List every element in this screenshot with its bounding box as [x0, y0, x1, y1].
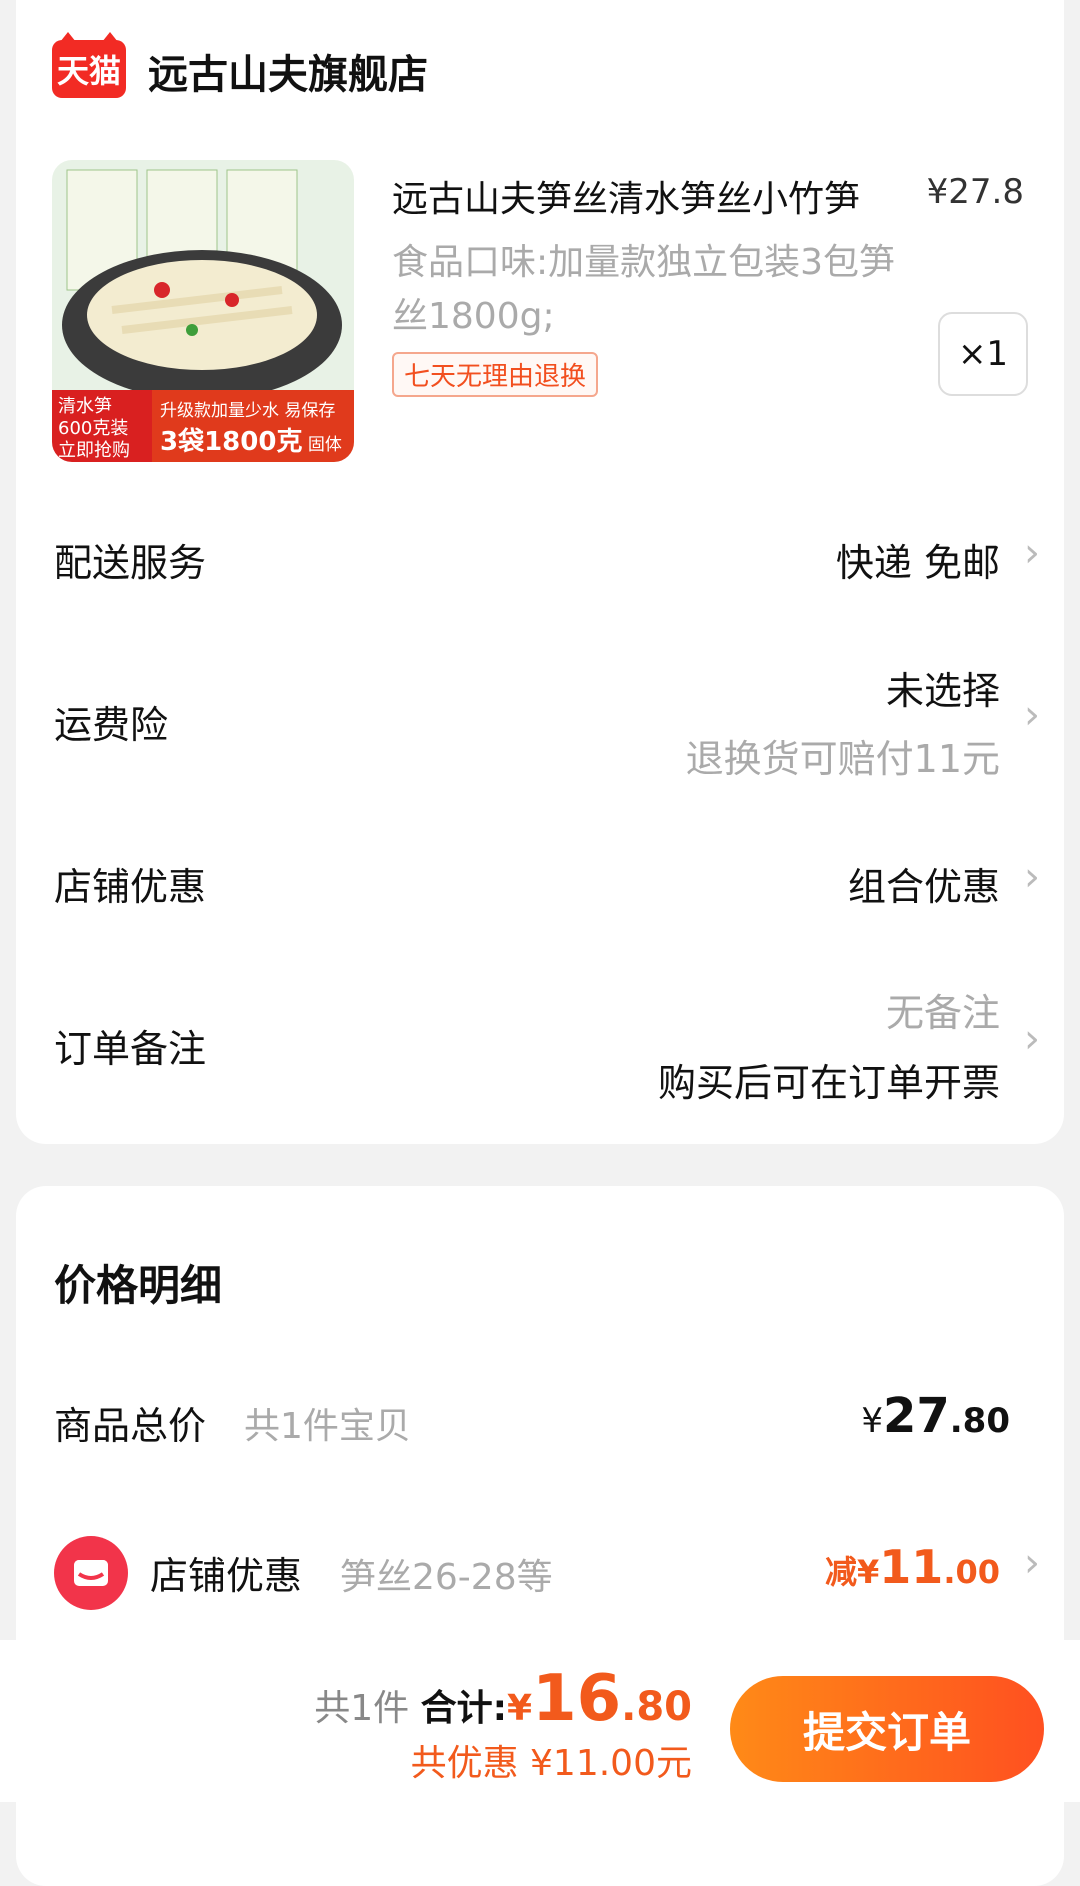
store-discount-value: 组合优惠 — [847, 865, 1000, 909]
thumb-ribbon-main: 3袋1800克 — [160, 427, 303, 457]
goods-total-currency: ¥ — [861, 1401, 883, 1441]
shop-discount-label: 店铺优惠 — [150, 1554, 303, 1598]
order-note-value: 无备注 — [885, 991, 1000, 1035]
chevron-right-icon: › — [1024, 1540, 1040, 1586]
tmall-logo: 天猫 — [52, 32, 126, 98]
goods-total-label: 商品总价 — [54, 1404, 207, 1448]
tmall-logo-text: 天猫 — [56, 52, 121, 90]
goods-total-int: 27 — [882, 1388, 950, 1444]
discount-dec: .00 — [943, 1553, 1000, 1591]
return-policy-tag: 七天无理由退换 — [392, 352, 599, 397]
shop-discount-sub: 笋丝26-28等 — [340, 1557, 553, 1598]
storefront-icon — [74, 1560, 108, 1586]
total-summary: 共1件 合计:¥16.80 — [314, 1662, 692, 1736]
order-note-sub: 购买后可在订单开票 — [657, 1061, 1000, 1105]
goods-total-dec: .80 — [949, 1401, 1010, 1441]
item-count: 共1件 — [314, 1688, 410, 1729]
total-int: 16 — [532, 1662, 622, 1736]
discount-currency: ¥ — [857, 1553, 880, 1591]
delivery-value: 快递 免邮 — [835, 541, 1000, 585]
insurance-sub: 退换货可赔付11元 — [685, 737, 1000, 781]
chevron-right-icon: › — [1024, 692, 1040, 738]
quantity-stepper[interactable]: ×1 — [938, 312, 1028, 396]
thumb-badge: 清水笋 600克装 立即抢购 — [52, 390, 152, 462]
shop-icon — [54, 1536, 128, 1610]
total-currency: ¥ — [507, 1688, 533, 1729]
thumb-ribbon-top: 升级款加量少水 易保存 — [160, 401, 336, 421]
total-saved: 共优惠 ¥11.00元 — [410, 1743, 692, 1784]
chevron-right-icon: › — [1024, 530, 1040, 576]
price-detail-title: 价格明细 — [54, 1261, 223, 1310]
discount-prefix: 减 — [825, 1553, 858, 1591]
insurance-label: 运费险 — [54, 703, 169, 747]
goods-count: 共1件宝贝 — [244, 1406, 411, 1447]
store-name[interactable]: 远古山夫旗舰店 — [148, 42, 428, 100]
discount-int: 11 — [879, 1540, 944, 1594]
insurance-value: 未选择 — [885, 669, 1000, 713]
goods-total-price: ¥27.80 — [861, 1388, 1010, 1444]
order-note-label: 订单备注 — [54, 1027, 207, 1071]
store-discount-label: 店铺优惠 — [54, 865, 207, 909]
total-label: 合计: — [420, 1688, 508, 1729]
product-price: ¥27.8 — [926, 172, 1024, 212]
thumb-ribbon: 升级款加量少水 易保存 3袋1800克 固体量>65 — [152, 390, 354, 462]
total-dec: .80 — [621, 1684, 692, 1730]
product-thumbnail[interactable]: 清水笋 600克装 立即抢购 升级款加量少水 易保存 3袋1800克 固体量>6… — [52, 160, 354, 462]
shop-discount-amount: 减¥11.00 — [825, 1540, 1000, 1594]
submit-order-button[interactable]: 提交订单 — [730, 1676, 1044, 1782]
delivery-label: 配送服务 — [54, 541, 207, 585]
chevron-right-icon: › — [1024, 1016, 1040, 1062]
product-title[interactable]: 远古山夫笋丝清水笋丝小竹笋 — [392, 170, 860, 222]
total-price: ¥16.80 — [507, 1662, 692, 1736]
chevron-right-icon: › — [1024, 854, 1040, 900]
product-spec[interactable]: 食品口味:加量款独立包装3包笋丝1800g; — [392, 236, 912, 344]
